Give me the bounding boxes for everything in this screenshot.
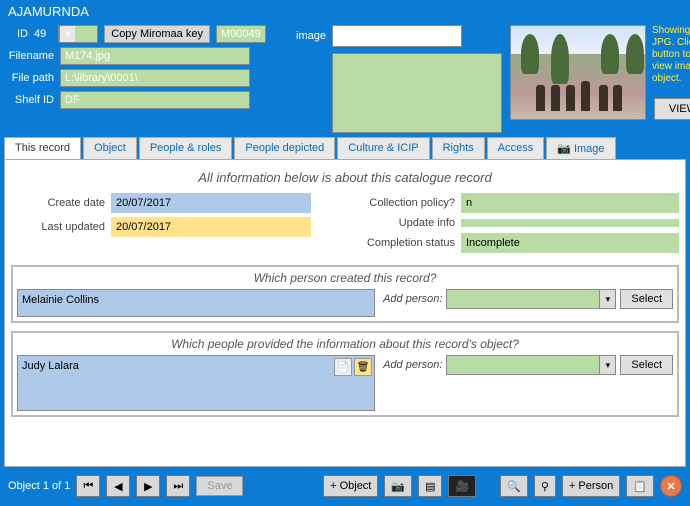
view-button[interactable]: VIEW (654, 98, 690, 120)
tab-rights[interactable]: Rights (432, 137, 485, 159)
create-date-label: Create date (11, 197, 111, 209)
last-updated-label: Last updated (11, 221, 111, 233)
filepath-field[interactable]: L:\library\0001\ (60, 69, 250, 87)
camera-icon: 📷 (391, 480, 405, 493)
nav-prev-button[interactable]: ◀ (106, 475, 130, 497)
chevron-down-icon: ▾ (59, 26, 75, 42)
search-icon: 🔍 (507, 480, 521, 493)
shelfid-label: Shelf ID (8, 94, 54, 106)
trash-icon: 🗑 (357, 362, 370, 373)
nav-last-button[interactable]: ⏭ (166, 475, 190, 497)
id-label: ID (8, 28, 28, 40)
filepath-label: File path (8, 72, 54, 84)
video-button[interactable]: 🎥 (448, 475, 476, 497)
creator-panel-title: Which person created this record? (17, 271, 673, 285)
tabs: This record Object People & roles People… (0, 137, 690, 159)
first-icon: ⏮ (83, 480, 93, 493)
filename-label: Filename (8, 50, 54, 62)
collection-policy-label: Collection policy? (351, 197, 461, 209)
close-button[interactable]: ✕ (660, 475, 682, 497)
tab-image[interactable]: 📷Image (546, 137, 615, 159)
camera-icon: 📷 (557, 142, 571, 155)
image-thumbnail[interactable] (510, 25, 646, 120)
info-person-box[interactable]: Judy Lalara 📄 🗑 (17, 355, 375, 411)
save-button[interactable]: Save (196, 476, 243, 496)
creator-select-button[interactable]: Select (620, 289, 673, 309)
search-button[interactable]: 🔍 (500, 475, 528, 497)
key-value: M00049 (216, 25, 266, 43)
id-value: 49 (34, 28, 46, 40)
copy-icon: 📋 (633, 480, 647, 493)
collection-policy-field[interactable]: n (461, 193, 679, 213)
filter-button[interactable]: ⚲ (534, 475, 556, 497)
last-updated-value: 20/07/2017 (111, 217, 311, 237)
last-icon: ⏭ (173, 480, 183, 493)
image-title-field[interactable]: Sawfish Dance (332, 25, 462, 47)
info-person-name: Judy Lalara (22, 360, 79, 372)
tab-object[interactable]: Object (83, 137, 137, 159)
creator-person-box[interactable]: Melainie Collins (17, 289, 375, 317)
footer: Object 1 of 1 ⏮ ◀ ▶ ⏭ Save + Object 📷 ▤ … (0, 471, 690, 501)
info-add-dropdown[interactable]: ▾ (446, 355, 616, 375)
next-icon: ▶ (144, 480, 152, 493)
info-select-button[interactable]: Select (620, 355, 673, 375)
image-hint: Showing JPG. Click button to view image … (652, 25, 690, 85)
chevron-down-icon: ▾ (599, 290, 615, 308)
tab-this-record[interactable]: This record (4, 137, 81, 159)
copy-button[interactable]: 📋 (626, 475, 654, 497)
person-doc-button[interactable]: 📄 (334, 358, 352, 376)
document-icon: 📄 (337, 362, 349, 373)
chevron-down-icon: ▾ (599, 356, 615, 374)
id-dropdown[interactable]: ▾ (58, 25, 98, 43)
tab-people-depicted[interactable]: People depicted (234, 137, 335, 159)
filter-icon: ⚲ (541, 480, 549, 493)
tab-access[interactable]: Access (487, 137, 544, 159)
completion-status-field[interactable]: Incomplete (461, 233, 679, 253)
tab-culture-icip[interactable]: Culture & ICIP (337, 137, 429, 159)
nav-first-button[interactable]: ⏮ (76, 475, 100, 497)
image-desc-field[interactable] (332, 53, 502, 133)
update-info-label: Update info (351, 217, 461, 229)
update-info-field[interactable] (461, 219, 679, 227)
completion-status-label: Completion status (351, 237, 461, 249)
tab-content: All information below is about this cata… (4, 159, 686, 467)
tab-people-roles[interactable]: People & roles (139, 137, 233, 159)
creator-add-dropdown[interactable]: ▾ (446, 289, 616, 309)
create-date-value: 20/07/2017 (111, 193, 311, 213)
add-person-button[interactable]: + Person (562, 475, 620, 497)
close-icon: ✕ (666, 480, 675, 493)
shelfid-field[interactable]: DF (60, 91, 250, 109)
object-count: Object 1 of 1 (8, 480, 70, 492)
creator-person-name: Melainie Collins (22, 294, 99, 306)
creator-add-label: Add person: (383, 293, 442, 305)
text-icon: ▤ (425, 480, 435, 493)
creator-panel: Which person created this record? Melain… (11, 265, 679, 323)
copy-key-button[interactable]: Copy Miromaa key (104, 25, 210, 43)
prev-icon: ◀ (114, 480, 122, 493)
info-panel-title: Which people provided the information ab… (17, 337, 673, 351)
app-title: AJAMURNDA (8, 4, 682, 19)
text-button[interactable]: ▤ (418, 475, 442, 497)
filename-field[interactable]: M174.jpg (60, 47, 250, 65)
info-panel: Which people provided the information ab… (11, 331, 679, 417)
nav-next-button[interactable]: ▶ (136, 475, 160, 497)
camera-button[interactable]: 📷 (384, 475, 412, 497)
image-label: image (296, 30, 326, 42)
section-title: All information below is about this cata… (11, 170, 679, 185)
add-object-button[interactable]: + Object (323, 475, 378, 497)
person-delete-button[interactable]: 🗑 (354, 358, 372, 376)
info-add-label: Add person: (383, 359, 442, 371)
video-icon: 🎥 (455, 480, 469, 493)
